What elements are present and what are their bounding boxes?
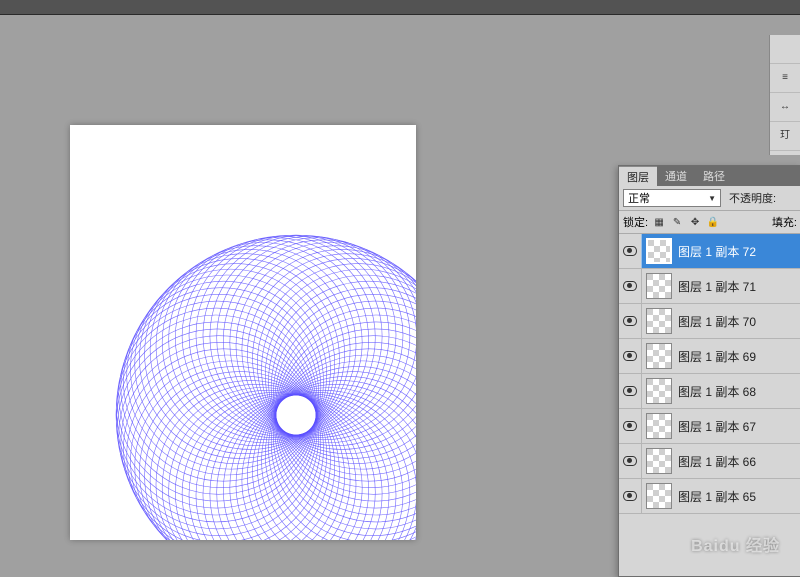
layer-row[interactable]: 图层 1 副本 69 (619, 339, 800, 374)
eye-icon (623, 316, 637, 326)
layer-thumbnail[interactable] (646, 343, 672, 369)
panel-tabs: 图层 通道 路径 (619, 166, 800, 186)
layer-row[interactable]: 图层 1 副本 71 (619, 269, 800, 304)
layer-name-label: 图层 1 副本 66 (678, 453, 756, 470)
lock-move-icon[interactable]: ✥ (688, 215, 702, 229)
layer-visibility-toggle[interactable] (619, 409, 642, 443)
layer-thumbnail[interactable] (646, 238, 672, 264)
workspace: ≡ ↔ 玎 图层 通道 路径 正常 ▼ 不透明度: 锁定: ▦ ✎ ✥ 🔒 填充… (0, 15, 800, 560)
layer-row[interactable]: 图层 1 副本 66 (619, 444, 800, 479)
layer-name-label: 图层 1 副本 72 (678, 243, 756, 260)
blend-mode-value: 正常 (628, 190, 650, 206)
layer-row[interactable]: 图层 1 副本 68 (619, 374, 800, 409)
layers-panel: 图层 通道 路径 正常 ▼ 不透明度: 锁定: ▦ ✎ ✥ 🔒 填充: 图层 1… (618, 165, 800, 577)
layer-visibility-toggle[interactable] (619, 304, 642, 338)
layer-row[interactable]: 图层 1 副本 65 (619, 479, 800, 514)
lock-all-icon[interactable]: 🔒 (706, 215, 720, 229)
fill-label: 填充: (772, 214, 797, 230)
lock-row: 锁定: ▦ ✎ ✥ 🔒 填充: (619, 211, 800, 234)
tool-strip-item[interactable]: ≡ (770, 64, 800, 93)
layer-visibility-toggle[interactable] (619, 444, 642, 478)
chevron-down-icon: ▼ (708, 194, 716, 203)
eye-icon (623, 246, 637, 256)
layer-thumbnail[interactable] (646, 378, 672, 404)
layer-thumbnail[interactable] (646, 273, 672, 299)
layer-visibility-toggle[interactable] (619, 269, 642, 303)
eye-icon (623, 491, 637, 501)
layer-thumbnail[interactable] (646, 413, 672, 439)
layer-visibility-toggle[interactable] (619, 374, 642, 408)
layer-visibility-toggle[interactable] (619, 479, 642, 513)
layer-name-label: 图层 1 副本 65 (678, 488, 756, 505)
layer-thumbnail[interactable] (646, 483, 672, 509)
right-tool-strip: ≡ ↔ 玎 (769, 35, 800, 155)
tab-layers[interactable]: 图层 (619, 166, 657, 186)
eye-icon (623, 351, 637, 361)
lock-transparent-icon[interactable]: ▦ (652, 215, 666, 229)
layer-visibility-toggle[interactable] (619, 339, 642, 373)
layer-list: 图层 1 副本 72 图层 1 副本 71 图层 1 副本 70 图层 1 副本 69… (619, 234, 800, 514)
eye-icon (623, 421, 637, 431)
layer-row[interactable]: 图层 1 副本 72 (619, 234, 800, 269)
blend-mode-select[interactable]: 正常 ▼ (623, 189, 721, 207)
document-canvas[interactable] (70, 125, 416, 540)
opacity-label: 不透明度: (729, 190, 776, 206)
layer-thumbnail[interactable] (646, 308, 672, 334)
layer-name-label: 图层 1 副本 70 (678, 313, 756, 330)
panel-options-row: 正常 ▼ 不透明度: (619, 186, 800, 211)
eye-icon (623, 386, 637, 396)
lock-brush-icon[interactable]: ✎ (670, 215, 684, 229)
app-top-bar (0, 0, 800, 15)
tab-channels[interactable]: 通道 (657, 166, 695, 186)
artwork-spirograph (70, 125, 416, 540)
layer-visibility-toggle[interactable] (619, 234, 642, 268)
layer-name-label: 图层 1 副本 69 (678, 348, 756, 365)
eye-icon (623, 456, 637, 466)
layer-name-label: 图层 1 副本 68 (678, 383, 756, 400)
layer-thumbnail[interactable] (646, 448, 672, 474)
tab-paths[interactable]: 路径 (695, 166, 733, 186)
layer-name-label: 图层 1 副本 67 (678, 418, 756, 435)
tool-strip-item[interactable]: ↔ (770, 93, 800, 122)
layer-row[interactable]: 图层 1 副本 67 (619, 409, 800, 444)
layer-name-label: 图层 1 副本 71 (678, 278, 756, 295)
tool-strip-item[interactable] (770, 35, 800, 64)
tool-strip-item[interactable]: 玎 (770, 122, 800, 151)
eye-icon (623, 281, 637, 291)
lock-label: 锁定: (623, 214, 648, 230)
layer-row[interactable]: 图层 1 副本 70 (619, 304, 800, 339)
